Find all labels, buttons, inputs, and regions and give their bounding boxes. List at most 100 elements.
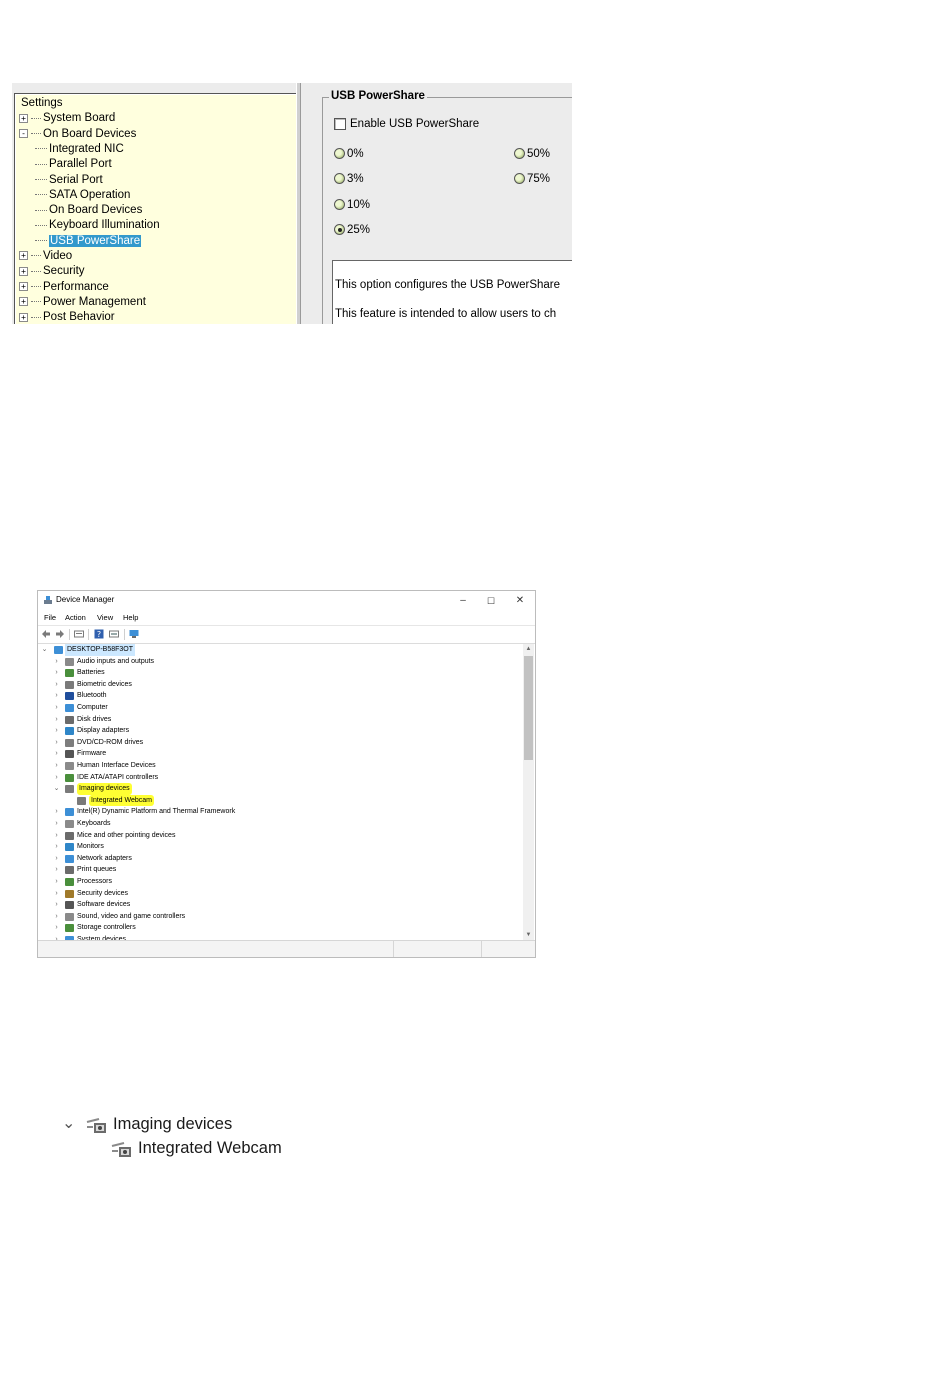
- device-category[interactable]: › Disk drives: [39, 714, 519, 726]
- menu-view[interactable]: View: [97, 613, 113, 622]
- chevron-down-icon[interactable]: ⌄: [41, 644, 48, 656]
- menu-help[interactable]: Help: [123, 613, 138, 622]
- bios-tree-item[interactable]: + Security: [19, 264, 85, 279]
- chevron-right-icon[interactable]: ›: [53, 714, 60, 726]
- device-category[interactable]: › Storage controllers: [39, 922, 519, 934]
- chevron-right-icon[interactable]: ›: [53, 667, 60, 679]
- expand-icon[interactable]: +: [19, 266, 28, 276]
- enable-usb-powershare-checkbox[interactable]: Enable USB PowerShare: [334, 118, 479, 130]
- bios-tree-item[interactable]: + Post Behavior: [19, 310, 115, 324]
- device-category[interactable]: › Biometric devices: [39, 679, 519, 691]
- checkbox-box[interactable]: [334, 118, 346, 130]
- device-category[interactable]: › Batteries: [39, 667, 519, 679]
- chevron-right-icon[interactable]: ›: [53, 748, 60, 760]
- device-category[interactable]: › Human Interface Devices: [39, 760, 519, 772]
- radio-3-percent[interactable]: 3%: [334, 173, 364, 185]
- device-category[interactable]: › Display adapters: [39, 725, 519, 737]
- bios-tree-item[interactable]: USB PowerShare: [35, 234, 142, 249]
- chevron-right-icon[interactable]: ›: [53, 911, 60, 923]
- device-category[interactable]: › Processors: [39, 876, 519, 888]
- collapse-icon[interactable]: -: [19, 129, 28, 139]
- bios-tree-item[interactable]: + Performance: [19, 280, 109, 295]
- bios-tree-item[interactable]: + Power Management: [19, 295, 146, 310]
- chevron-right-icon[interactable]: ›: [53, 737, 60, 749]
- radio-75-percent[interactable]: 75%: [514, 173, 550, 185]
- chevron-right-icon[interactable]: ›: [53, 864, 60, 876]
- device-category[interactable]: › Monitors: [39, 841, 519, 853]
- device-category[interactable]: › Intel(R) Dynamic Platform and Thermal F…: [39, 806, 519, 818]
- bios-tree-item[interactable]: On Board Devices: [35, 203, 142, 218]
- chevron-right-icon[interactable]: ›: [53, 806, 60, 818]
- title-bar[interactable]: Device Manager – ☐ ✕: [38, 591, 535, 611]
- device-category[interactable]: › Firmware: [39, 748, 519, 760]
- device-category[interactable]: ⌄ Imaging devices: [39, 783, 519, 795]
- radio-button[interactable]: [514, 148, 525, 160]
- update-driver-icon[interactable]: [109, 629, 119, 639]
- chevron-down-icon[interactable]: ⌄: [62, 1113, 75, 1133]
- chevron-right-icon[interactable]: ›: [53, 690, 60, 702]
- radio-10-percent[interactable]: 10%: [334, 199, 370, 211]
- properties-icon[interactable]: [74, 629, 84, 639]
- chevron-down-icon[interactable]: ⌄: [53, 783, 60, 795]
- expand-icon[interactable]: +: [19, 297, 28, 307]
- expand-icon[interactable]: +: [19, 312, 28, 322]
- radio-button[interactable]: [334, 148, 345, 160]
- chevron-right-icon[interactable]: ›: [53, 899, 60, 911]
- help-icon[interactable]: ?: [94, 629, 104, 639]
- vertical-scrollbar[interactable]: ▲ ▼: [523, 644, 534, 940]
- radio-button[interactable]: [334, 224, 345, 236]
- device-category[interactable]: › Sound, video and game controllers: [39, 911, 519, 923]
- bios-tree-item[interactable]: SATA Operation: [35, 188, 130, 203]
- chevron-right-icon[interactable]: ›: [53, 818, 60, 830]
- radio-button[interactable]: [334, 199, 345, 211]
- bios-tree-item[interactable]: Parallel Port: [35, 157, 112, 172]
- chevron-right-icon[interactable]: ›: [53, 702, 60, 714]
- radio-25-percent[interactable]: 25%: [334, 224, 370, 236]
- bios-tree-item[interactable]: Settings: [21, 96, 63, 111]
- device-item[interactable]: Integrated Webcam: [39, 794, 519, 807]
- back-arrow-icon[interactable]: [41, 629, 51, 639]
- device-category[interactable]: › Network adapters: [39, 853, 519, 865]
- radio-50-percent[interactable]: 50%: [514, 148, 550, 160]
- bios-tree-item[interactable]: Keyboard Illumination: [35, 218, 160, 233]
- device-category[interactable]: › Print queues: [39, 864, 519, 876]
- chevron-right-icon[interactable]: ›: [53, 830, 60, 842]
- chevron-right-icon[interactable]: ›: [53, 888, 60, 900]
- expand-icon[interactable]: +: [19, 282, 28, 292]
- device-category[interactable]: › Keyboards: [39, 818, 519, 830]
- scan-hardware-icon[interactable]: [129, 629, 139, 639]
- close-button[interactable]: ✕: [509, 593, 531, 609]
- chevron-right-icon[interactable]: ›: [53, 876, 60, 888]
- chevron-right-icon[interactable]: ›: [53, 853, 60, 865]
- chevron-right-icon[interactable]: ›: [53, 725, 60, 737]
- chevron-right-icon[interactable]: ›: [53, 772, 60, 784]
- bios-tree-item[interactable]: + Video: [19, 249, 72, 264]
- chevron-right-icon[interactable]: ›: [53, 841, 60, 853]
- device-category[interactable]: › DVD/CD-ROM drives: [39, 737, 519, 749]
- chevron-right-icon[interactable]: ›: [53, 679, 60, 691]
- menu-action[interactable]: Action: [65, 613, 86, 622]
- integrated-webcam-label[interactable]: Integrated Webcam: [138, 1139, 282, 1158]
- radio-0-percent[interactable]: 0%: [334, 148, 364, 160]
- scroll-up-arrow-icon[interactable]: ▲: [523, 644, 534, 654]
- device-category[interactable]: › Security devices: [39, 888, 519, 900]
- device-category[interactable]: › Computer: [39, 702, 519, 714]
- chevron-right-icon[interactable]: ›: [53, 656, 60, 668]
- device-category[interactable]: › IDE ATA/ATAPI controllers: [39, 772, 519, 784]
- device-category[interactable]: › Audio inputs and outputs: [39, 656, 519, 668]
- device-category[interactable]: › Bluetooth: [39, 690, 519, 702]
- bios-tree-item[interactable]: Serial Port: [35, 173, 103, 188]
- device-category[interactable]: › Software devices: [39, 899, 519, 911]
- forward-arrow-icon[interactable]: [55, 629, 65, 639]
- bios-tree-item[interactable]: - On Board Devices: [19, 127, 136, 142]
- radio-button[interactable]: [334, 173, 345, 185]
- maximize-button[interactable]: ☐: [480, 593, 502, 609]
- scrollbar-thumb[interactable]: [524, 656, 533, 760]
- bios-tree-item[interactable]: Integrated NIC: [35, 142, 124, 157]
- minimize-button[interactable]: –: [452, 593, 474, 609]
- radio-button[interactable]: [514, 173, 525, 185]
- scroll-down-arrow-icon[interactable]: ▼: [523, 930, 534, 940]
- device-category[interactable]: › Mice and other pointing devices: [39, 830, 519, 842]
- menu-file[interactable]: File: [44, 613, 56, 622]
- chevron-right-icon[interactable]: ›: [53, 922, 60, 934]
